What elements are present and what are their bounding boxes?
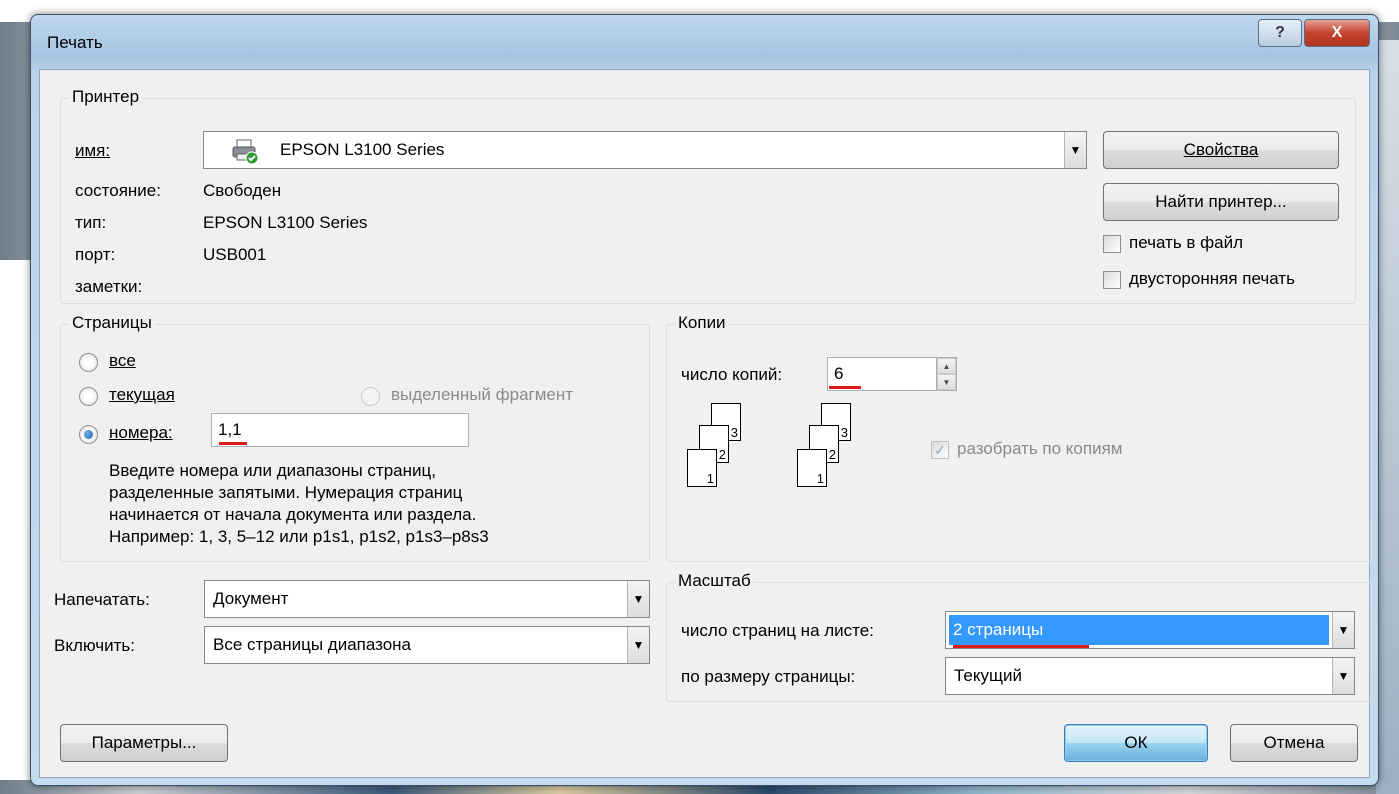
spin-up-icon[interactable]: ▲ bbox=[937, 358, 956, 374]
pages-selection-radio bbox=[361, 387, 380, 406]
background-document-fragment bbox=[0, 570, 34, 780]
printer-group-label: Принтер bbox=[69, 87, 143, 107]
pages-per-sheet-label: число страниц на листе: bbox=[681, 621, 874, 640]
duplex-checkbox[interactable] bbox=[1103, 271, 1121, 289]
print-what-combo[interactable]: Документ ▼ bbox=[204, 580, 650, 618]
dialog-title: Печать bbox=[47, 33, 103, 52]
annotation-underline bbox=[829, 386, 861, 389]
include-value: Все страницы диапазона bbox=[213, 635, 412, 654]
pages-current-radio[interactable] bbox=[79, 387, 98, 406]
chevron-down-icon[interactable]: ▼ bbox=[1064, 132, 1086, 168]
chevron-down-icon[interactable]: ▼ bbox=[627, 627, 649, 663]
print-to-file-label[interactable]: печать в файл bbox=[1129, 233, 1243, 253]
printer-icon bbox=[232, 139, 259, 164]
cancel-button[interactable]: Отмена bbox=[1230, 724, 1358, 762]
chevron-down-icon[interactable]: ▼ bbox=[627, 581, 649, 617]
include-label: Включить: bbox=[54, 636, 135, 655]
pages-selection-label: выделенный фрагмент bbox=[391, 385, 574, 404]
caption-buttons: ? X bbox=[1258, 19, 1370, 47]
pages-per-sheet-value: 2 страницы bbox=[949, 615, 1329, 645]
help-button[interactable]: ? bbox=[1258, 19, 1302, 47]
pages-numbers-radio[interactable] bbox=[79, 425, 98, 444]
printer-port-label: порт: bbox=[75, 245, 116, 264]
close-button[interactable]: X bbox=[1304, 19, 1370, 47]
printer-type-label: тип: bbox=[75, 213, 107, 232]
ok-button-label: ОК bbox=[1124, 733, 1148, 752]
printer-status-label: состояние: bbox=[75, 181, 161, 200]
page-numbers-input[interactable]: 1,1 bbox=[211, 413, 469, 447]
ok-button[interactable]: ОК bbox=[1064, 724, 1208, 762]
pages-hint-line1: Введите номера или диапазоны страниц, bbox=[109, 461, 436, 480]
annotation-underline bbox=[953, 645, 1089, 648]
copies-group-label: Копии bbox=[675, 313, 729, 333]
copies-count-label: число копий: bbox=[681, 365, 782, 385]
chevron-down-icon[interactable]: ▼ bbox=[1332, 612, 1354, 648]
annotation-underline bbox=[219, 442, 247, 445]
copies-count-value: 6 bbox=[834, 364, 844, 383]
print-dialog: Печать ? X Принтер имя: EPSON L3100 Seri… bbox=[30, 14, 1379, 786]
collate-label: разобрать по копиям bbox=[957, 439, 1123, 458]
print-what-label: Напечатать: bbox=[54, 590, 150, 609]
pages-hint-line2: разделенные запятыми. Нумерация страниц bbox=[109, 483, 463, 502]
duplex-label[interactable]: двусторонняя печать bbox=[1129, 269, 1295, 289]
pages-all-radio[interactable] bbox=[79, 353, 98, 372]
printer-type-value: EPSON L3100 Series bbox=[203, 213, 368, 232]
printer-name-label: имя: bbox=[75, 141, 111, 160]
pages-group: Страницы все текущая выделенный фрагмент… bbox=[60, 313, 650, 562]
background-right bbox=[1376, 40, 1399, 794]
scale-label: по размеру страницы: bbox=[681, 667, 856, 686]
pages-group-label: Страницы bbox=[69, 313, 155, 333]
printer-status-value: Свободен bbox=[203, 181, 282, 200]
properties-button[interactable]: Свойства bbox=[1103, 131, 1339, 169]
printer-group: Принтер имя: EPSON L3100 Series ▼ состоя… bbox=[60, 87, 1356, 304]
page-numbers-value: 1,1 bbox=[218, 420, 242, 439]
pages-hint-line4: Например: 1, 3, 5–12 или p1s1, p1s2, p1s… bbox=[109, 527, 489, 546]
chevron-down-icon[interactable]: ▼ bbox=[1332, 658, 1354, 694]
collate-page-1: 1 bbox=[797, 449, 827, 487]
find-printer-button[interactable]: Найти принтер... bbox=[1103, 183, 1339, 221]
print-what-value: Документ bbox=[213, 589, 289, 608]
copies-spinner[interactable]: ▲ ▼ bbox=[937, 357, 957, 391]
printer-name-combo[interactable]: EPSON L3100 Series ▼ bbox=[203, 131, 1087, 169]
printer-name-value: EPSON L3100 Series bbox=[280, 140, 445, 159]
collate-checkbox: ✓ bbox=[931, 441, 949, 459]
copies-group: Копии число копий: 6 ▲ ▼ 3 2 1 3 2 1 ✓ р… bbox=[666, 313, 1372, 562]
pages-per-sheet-combo[interactable]: 2 страницы ▼ bbox=[945, 611, 1355, 649]
zoom-group-label: Масштаб bbox=[675, 571, 754, 591]
pages-hint-line3: начинается от начала документа или разде… bbox=[109, 505, 477, 524]
collate-page-1: 1 bbox=[687, 449, 717, 487]
spin-down-icon[interactable]: ▼ bbox=[937, 374, 956, 390]
zoom-group: Масштаб число страниц на листе: 2 страни… bbox=[666, 571, 1372, 702]
options-button[interactable]: Параметры... bbox=[60, 724, 228, 762]
pages-all-label[interactable]: все bbox=[109, 351, 136, 371]
printer-port-value: USB001 bbox=[203, 245, 267, 264]
properties-button-label: Свойства bbox=[1183, 140, 1259, 159]
dialog-client: Принтер имя: EPSON L3100 Series ▼ состоя… bbox=[39, 69, 1372, 778]
scale-combo[interactable]: Текущий ▼ bbox=[945, 657, 1355, 695]
options-button-label: Параметры... bbox=[91, 733, 197, 752]
pages-numbers-label[interactable]: номера: bbox=[109, 423, 173, 443]
printer-notes-label: заметки: bbox=[75, 277, 143, 296]
pages-current-label[interactable]: текущая bbox=[109, 385, 175, 405]
print-to-file-checkbox[interactable] bbox=[1103, 235, 1121, 253]
find-printer-button-label: Найти принтер... bbox=[1155, 192, 1287, 211]
cancel-button-label: Отмена bbox=[1263, 733, 1325, 752]
copies-count-label-text: число копий: bbox=[681, 365, 783, 384]
include-combo[interactable]: Все страницы диапазона ▼ bbox=[204, 626, 650, 664]
scale-value: Текущий bbox=[954, 666, 1022, 685]
